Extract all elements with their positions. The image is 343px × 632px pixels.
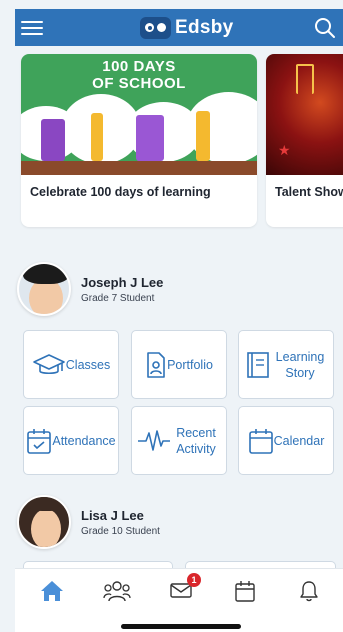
- student-profile-lisa[interactable]: Lisa J Lee Grade 10 Student: [17, 495, 160, 549]
- learning-story-tile[interactable]: Learning Story: [238, 330, 334, 399]
- graduation-cap-icon: [32, 353, 65, 374]
- unread-badge: 1: [187, 573, 201, 587]
- activity-pulse-icon: [138, 429, 170, 451]
- student-profile-joseph[interactable]: Joseph J Lee Grade 7 Student: [17, 262, 163, 316]
- book-icon: [247, 351, 269, 378]
- attendance-tile[interactable]: Attendance: [23, 406, 119, 475]
- portfolio-icon: [147, 351, 165, 378]
- tile-label: Portfolio: [167, 357, 213, 372]
- tile-label: Attendance: [52, 433, 116, 448]
- hamburger-menu-icon[interactable]: [21, 17, 43, 37]
- portfolio-tile[interactable]: Portfolio: [131, 330, 227, 399]
- news-card-caption: Talent Show: [275, 185, 343, 199]
- tile-label: Calendar: [273, 433, 325, 448]
- student-name: Lisa J Lee: [81, 507, 144, 523]
- calendar-check-icon: [27, 428, 52, 454]
- bell-icon: [300, 581, 318, 602]
- tile-label: Classes: [65, 357, 111, 372]
- calendar-tile[interactable]: Calendar: [238, 406, 334, 475]
- nav-notifications[interactable]: [294, 579, 324, 605]
- news-card-talent-show[interactable]: ★ Talent Show: [266, 54, 343, 227]
- student-name: Joseph J Lee: [81, 274, 164, 290]
- news-card-100-days[interactable]: 100 DAYS OF SCHOOL Celebrate 100 days of…: [21, 54, 257, 227]
- student-grade: Grade 10 Student: [81, 525, 160, 537]
- news-card-caption: Celebrate 100 days of learning: [30, 185, 211, 199]
- news-card-image: ★: [266, 54, 343, 175]
- classes-tile[interactable]: Classes: [23, 330, 119, 399]
- nav-calendar[interactable]: [230, 579, 260, 605]
- nav-mail[interactable]: 1: [166, 573, 201, 605]
- student-grade: Grade 7 Student: [81, 292, 155, 304]
- app-logo: Edsby: [140, 14, 234, 41]
- news-carousel[interactable]: 100 DAYS OF SCHOOL Celebrate 100 days of…: [15, 46, 343, 236]
- owl-logo-icon: [140, 16, 171, 39]
- tile-label: Learning Story: [275, 349, 325, 380]
- nav-home[interactable]: [37, 579, 67, 605]
- calendar-icon: [235, 581, 255, 602]
- search-icon[interactable]: [313, 16, 337, 40]
- app-name: Edsby: [175, 16, 234, 38]
- nav-people[interactable]: [102, 579, 132, 605]
- recent-activity-tile[interactable]: Recent Activity: [131, 406, 227, 475]
- bottom-nav: 1: [15, 568, 343, 632]
- avatar: [17, 495, 71, 549]
- avatar: [17, 262, 71, 316]
- calendar-icon: [248, 428, 273, 454]
- home-indicator[interactable]: [121, 624, 241, 629]
- people-icon: [103, 581, 131, 602]
- top-bar: Edsby: [15, 9, 343, 46]
- home-icon: [41, 581, 63, 601]
- banner-art-text: 100 DAYS OF SCHOOL: [92, 58, 186, 92]
- news-card-image: 100 DAYS OF SCHOOL: [21, 54, 257, 175]
- tile-label: Recent Activity: [176, 425, 216, 456]
